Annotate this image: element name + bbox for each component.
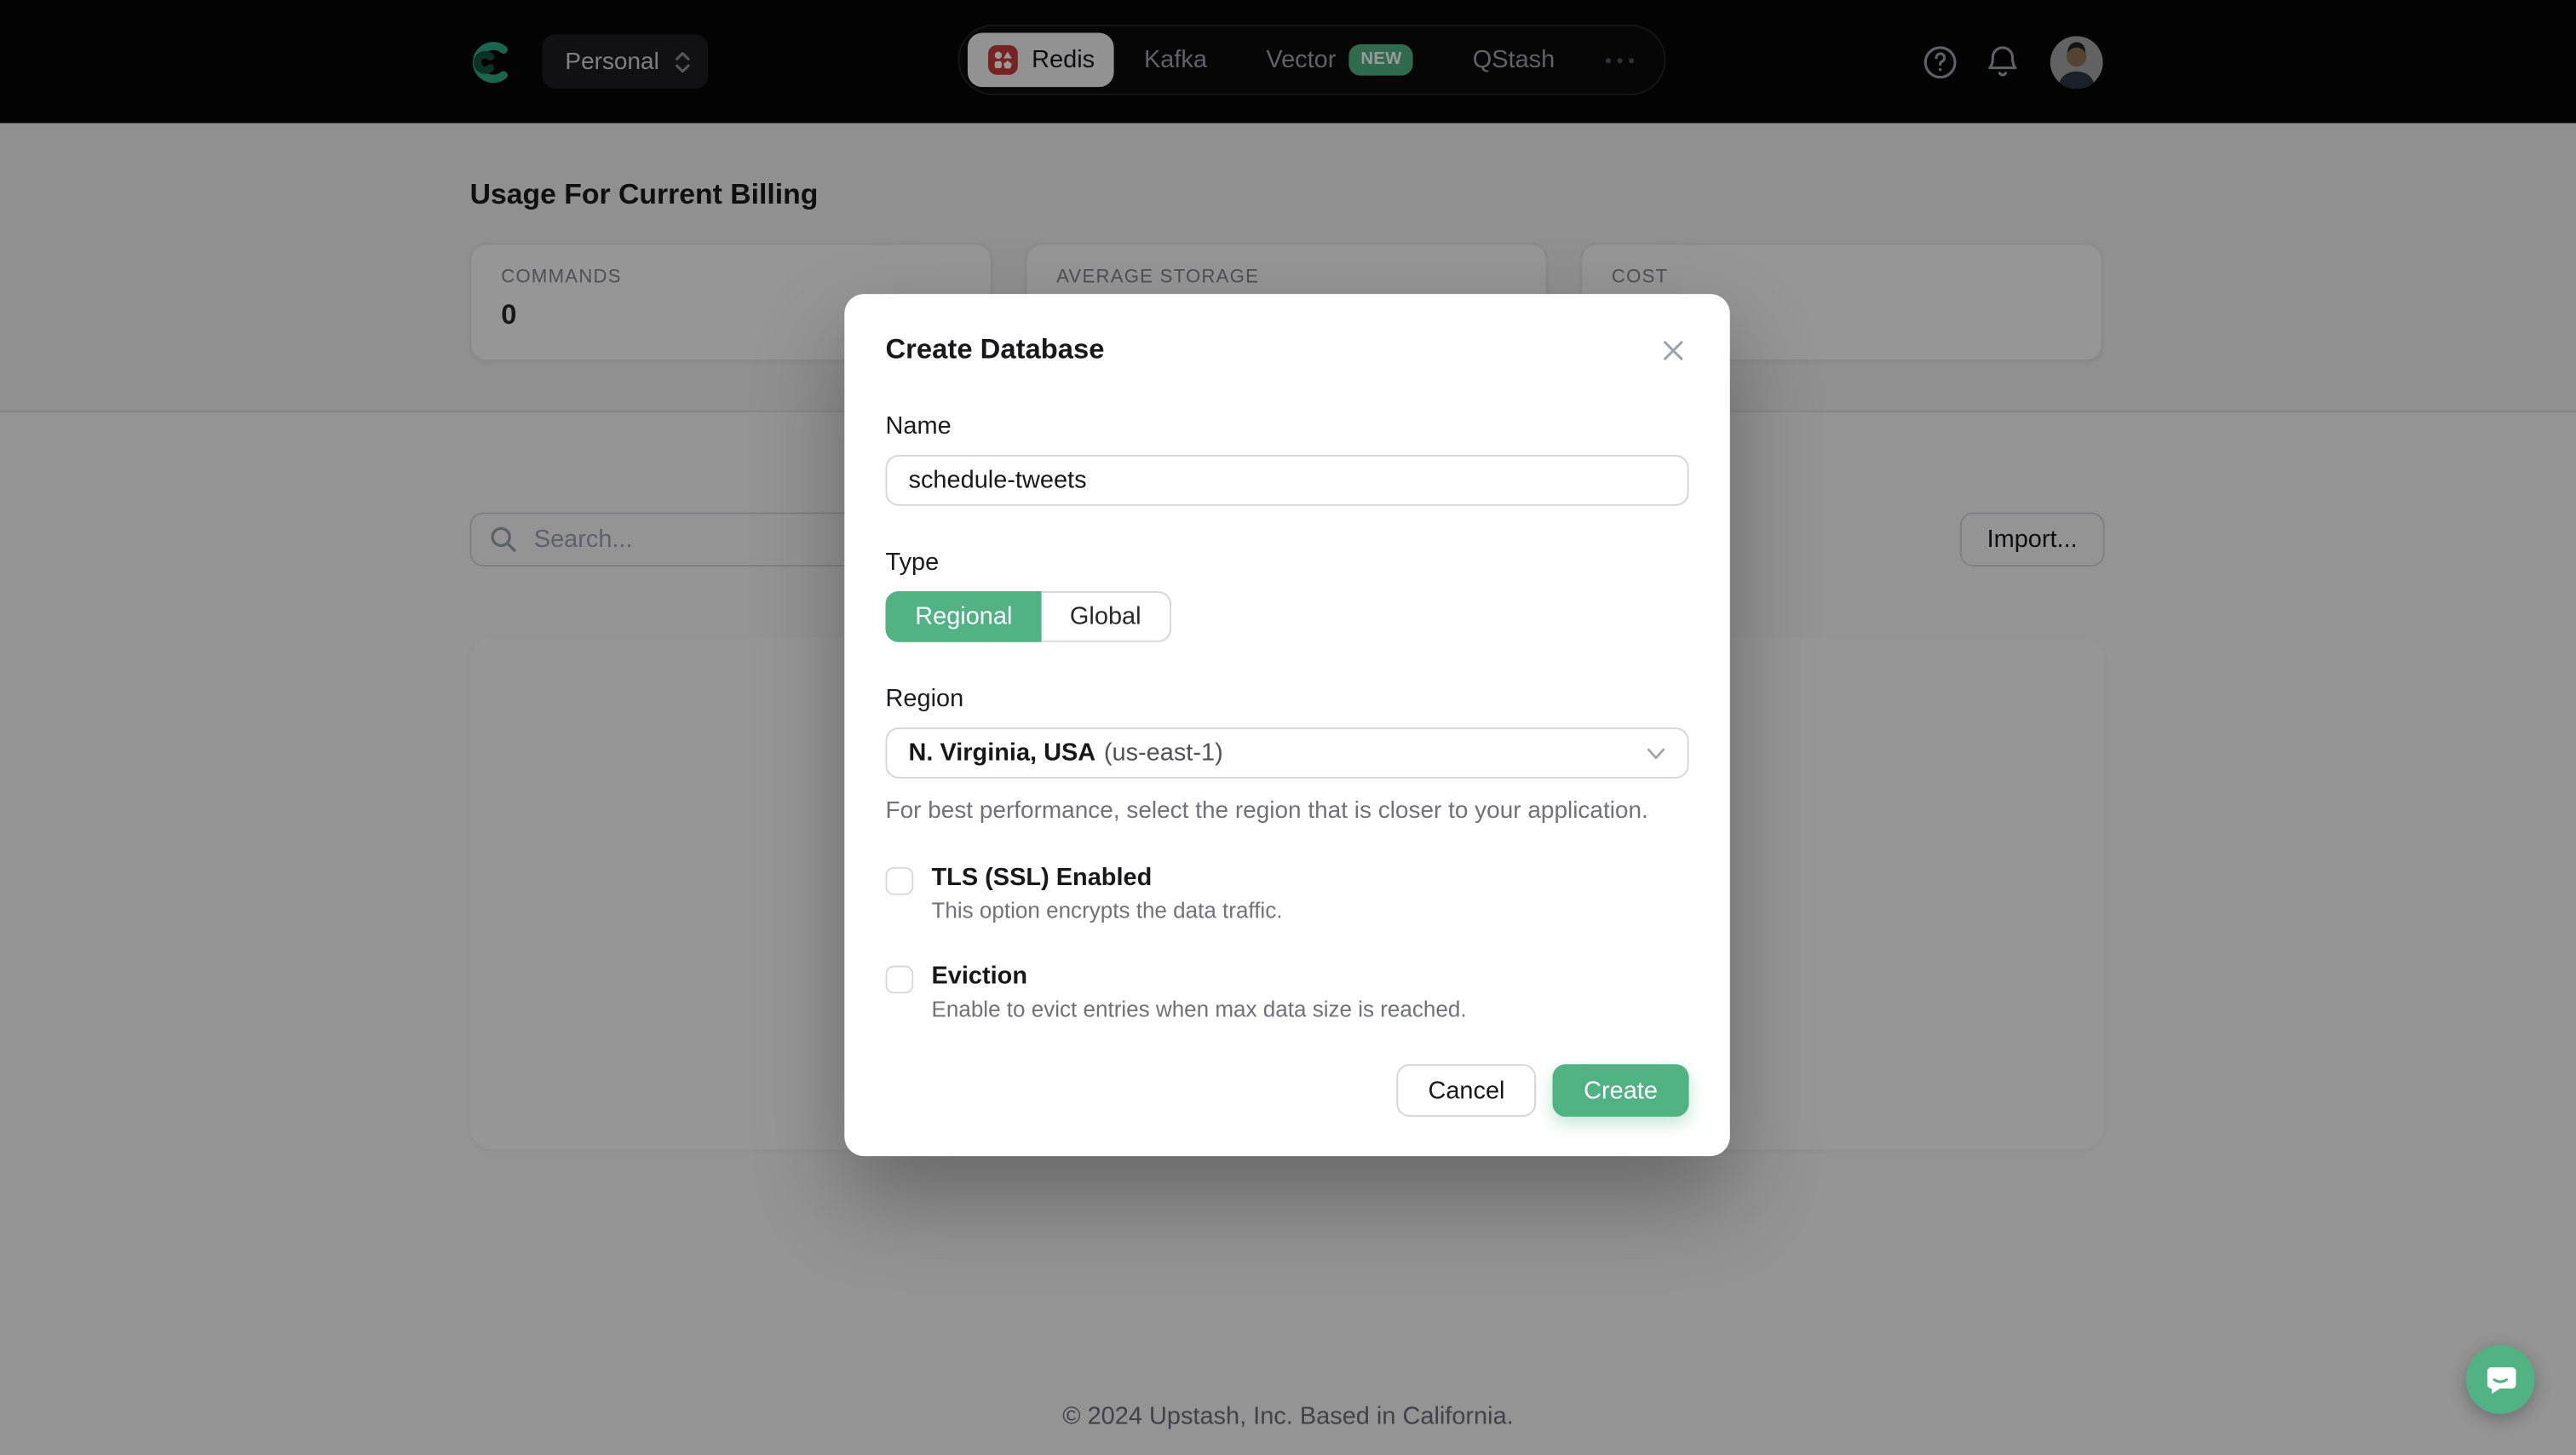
type-segmented-control: Regional Global	[885, 591, 1170, 642]
type-option-global[interactable]: Global	[1042, 591, 1170, 642]
eviction-option-row: Eviction Enable to evict entries when ma…	[885, 963, 1688, 1021]
create-database-modal: Create Database Name Type Regional Globa…	[844, 294, 1729, 1156]
region-select[interactable]: N. Virginia, USA (us-east-1)	[885, 728, 1688, 779]
tls-checkbox[interactable]	[885, 867, 913, 895]
create-button[interactable]: Create	[1552, 1064, 1688, 1117]
eviction-description: Enable to evict entries when max data si…	[931, 997, 1466, 1021]
region-code: (us-east-1)	[1104, 739, 1223, 767]
tls-label: TLS (SSL) Enabled	[931, 864, 1282, 892]
eviction-texts: Eviction Enable to evict entries when ma…	[931, 963, 1466, 1021]
modal-title: Create Database	[885, 333, 1104, 366]
region-value: N. Virginia, USA	[908, 739, 1095, 767]
app-root: Personal	[0, 0, 2576, 1455]
modal-header: Create Database	[885, 333, 1688, 366]
chat-bubble-icon	[2482, 1361, 2518, 1397]
chat-launcher-button[interactable]	[2466, 1345, 2535, 1414]
region-help-text: For best performance, select the region …	[885, 798, 1688, 825]
tls-description: This option encrypts the data traffic.	[931, 898, 1282, 923]
chevron-down-icon	[1646, 746, 1665, 759]
eviction-label: Eviction	[931, 963, 1466, 991]
region-label: Region	[885, 685, 1688, 713]
name-label: Name	[885, 412, 1688, 440]
tls-texts: TLS (SSL) Enabled This option encrypts t…	[931, 864, 1282, 923]
close-button[interactable]	[1658, 334, 1689, 365]
cancel-button[interactable]: Cancel	[1397, 1064, 1536, 1117]
tls-option-row: TLS (SSL) Enabled This option encrypts t…	[885, 864, 1688, 923]
type-option-regional[interactable]: Regional	[885, 591, 1042, 642]
type-label: Type	[885, 549, 1688, 577]
database-name-input[interactable]	[885, 455, 1688, 506]
close-icon	[1661, 337, 1686, 362]
modal-actions: Cancel Create	[885, 1064, 1688, 1117]
eviction-checkbox[interactable]	[885, 966, 913, 994]
